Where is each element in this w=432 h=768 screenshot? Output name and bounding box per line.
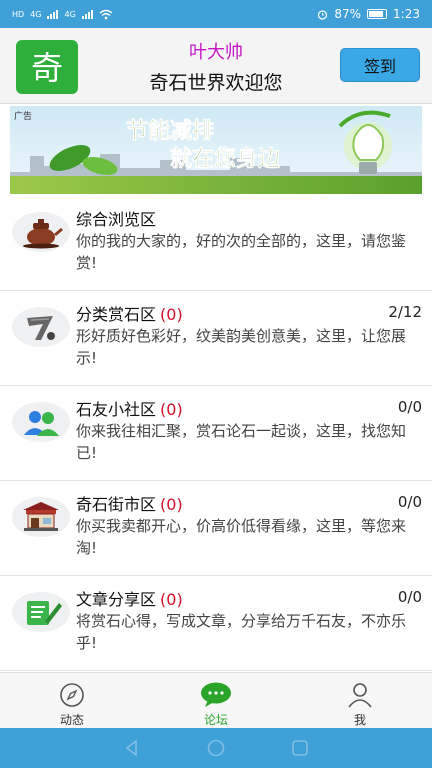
- recents-square-icon[interactable]: [290, 738, 310, 758]
- compass-icon: [60, 683, 84, 707]
- forum-item-title: 奇石街市区 (0): [76, 491, 183, 515]
- bottom-nav: 动态 论坛 我: [0, 672, 432, 728]
- ad-headline-1: 节能减排: [126, 118, 214, 144]
- forum-item-title-text: 奇石街市区: [76, 495, 157, 514]
- forum-item-count: (0): [160, 400, 183, 419]
- status-bar: HD 4G 4G 87% 1:23: [0, 0, 432, 28]
- article-writing-icon: [12, 592, 70, 632]
- forum-item-pages: 0/0: [397, 493, 422, 511]
- forum-item-general[interactable]: 综合浏览区 你的我的大家的，好的次的全部的，这里，请您鉴赏!: [0, 196, 432, 291]
- forum-item-pages: 0/0: [397, 398, 422, 416]
- nav-tab-forum[interactable]: 论坛: [144, 673, 288, 728]
- forum-item-title-text: 分类赏石区: [76, 305, 157, 324]
- network-4g-1: 4G: [30, 9, 42, 19]
- signin-button[interactable]: 签到: [340, 48, 420, 82]
- nav-tab-feed-label: 动态: [59, 713, 84, 727]
- battery-percent: 87%: [334, 7, 362, 21]
- battery-icon: [367, 9, 388, 19]
- network-4g-2: 4G: [64, 9, 76, 19]
- forum-item-pages: 2/12: [388, 303, 422, 321]
- forum-list: 综合浏览区 你的我的大家的，好的次的全部的，这里，请您鉴赏! 分类赏石区 (0) …: [0, 196, 432, 671]
- hd-indicator: HD: [12, 9, 25, 19]
- signal-icon-1: [47, 9, 59, 19]
- back-triangle-icon[interactable]: [122, 738, 142, 758]
- person-icon: [348, 683, 372, 708]
- forum-item-desc: 你来我往相汇聚，赏石论石一起谈，这里，找您知已!: [76, 422, 407, 462]
- stone-7-icon: [12, 307, 70, 347]
- forum-item-articles[interactable]: 文章分享区 (0) 0/0 将赏石心得，写成文章，分享给万千石友，不亦乐乎!: [0, 576, 432, 671]
- clock: 1:23: [393, 7, 420, 21]
- ad-banner[interactable]: 节能减排 就在您身边 广告: [10, 106, 422, 194]
- forum-item-market[interactable]: 奇石街市区 (0) 0/0 你买我卖都开心，价高价低得看缘，这里，等您来淘!: [0, 481, 432, 576]
- alarm-icon: [318, 9, 328, 20]
- ad-banner-image: 节能减排 就在您身边: [10, 106, 422, 194]
- forum-item-category[interactable]: 分类赏石区 (0) 2/12 形好质好色彩好，纹美韵美创意美，这里，让您展示!: [0, 291, 432, 386]
- nav-tab-me[interactable]: 我: [288, 673, 432, 728]
- system-nav-bar: [0, 728, 432, 768]
- nav-tab-me-label: 我: [353, 713, 366, 727]
- ad-headline-2: 就在您身边: [170, 146, 281, 172]
- forum-item-count: (0): [160, 495, 183, 514]
- status-left: HD 4G 4G: [12, 9, 113, 20]
- forum-item-desc: 你买我卖都开心，价高价低得看缘，这里，等您来淘!: [76, 517, 407, 557]
- forum-item-title-text: 综合浏览区: [76, 210, 157, 229]
- community-users-icon: [12, 402, 70, 442]
- forum-item-desc: 形好质好色彩好，纹美韵美创意美，这里，让您展示!: [76, 327, 407, 367]
- forum-item-desc: 将赏石心得，写成文章，分享给万千石友，不亦乐乎!: [76, 612, 407, 652]
- forum-item-title: 综合浏览区: [76, 206, 156, 230]
- market-shop-icon: [12, 497, 70, 537]
- forum-item-title: 分类赏石区 (0): [76, 301, 183, 325]
- forum-item-community[interactable]: 石友小社区 (0) 0/0 你来我往相汇聚，赏石论石一起谈，这里，找您知已!: [0, 386, 432, 481]
- teapot-icon: [12, 212, 70, 252]
- nav-tab-forum-label: 论坛: [203, 713, 228, 727]
- forum-item-title: 石友小社区 (0): [76, 396, 183, 420]
- forum-item-count: (0): [160, 305, 183, 324]
- app-header: 奇 叶大帅 奇石世界欢迎您 签到: [0, 28, 432, 104]
- forum-item-title: 文章分享区 (0): [76, 586, 183, 610]
- signal-icon-2: [81, 9, 93, 19]
- forum-item-count: (0): [160, 590, 183, 609]
- forum-item-pages: 0/0: [397, 588, 422, 606]
- forum-item-desc: 你的我的大家的，好的次的全部的，这里，请您鉴赏!: [76, 232, 407, 272]
- wifi-icon: [99, 9, 113, 19]
- status-right: 87% 1:23: [317, 7, 420, 21]
- forum-item-title-text: 文章分享区: [76, 590, 157, 609]
- chat-bubble-icon: [201, 682, 231, 707]
- ad-label: 广告: [14, 112, 33, 122]
- nav-tab-feed[interactable]: 动态: [0, 673, 144, 728]
- forum-item-title-text: 石友小社区: [76, 400, 157, 419]
- home-circle-icon[interactable]: [206, 738, 226, 758]
